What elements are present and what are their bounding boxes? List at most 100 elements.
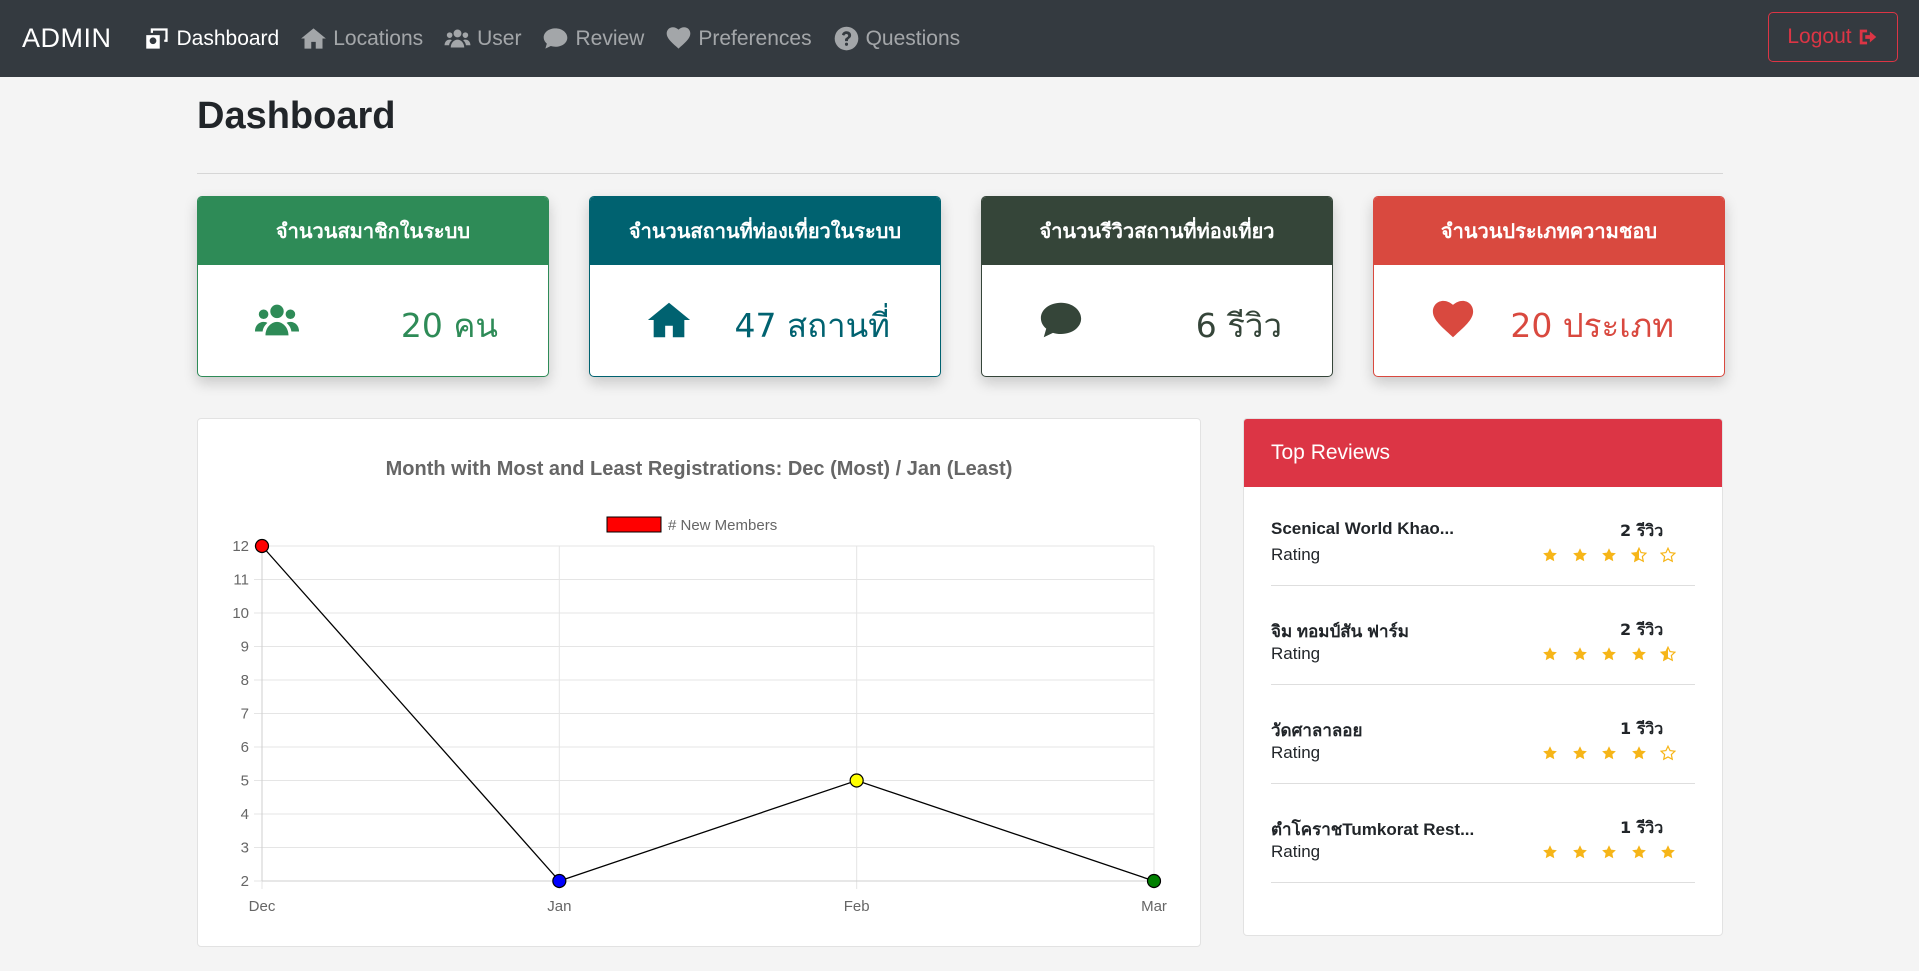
review-count: 2 รีวิว — [1620, 620, 1664, 639]
review-place-name: ตำโคราชTumkorat Rest... — [1271, 820, 1475, 839]
y-tick-label: 5 — [241, 773, 249, 790]
star-icon — [1572, 647, 1587, 661]
rating-stars — [1542, 547, 1690, 563]
nav-item-label: User — [477, 26, 522, 50]
star-icon — [1543, 548, 1557, 562]
top-reviews-card: Top Reviews Scenical World Khao... 2 รีวิ… — [1243, 418, 1723, 936]
nav-item-dashboard[interactable]: Dashboard — [144, 25, 280, 52]
data-point — [849, 773, 864, 788]
data-point — [254, 538, 270, 554]
y-tick-label: 11 — [233, 572, 249, 589]
logout-button[interactable]: Logout — [1768, 12, 1898, 62]
home-icon — [301, 28, 327, 49]
sign-out-icon — [1859, 29, 1876, 45]
star-icon — [1543, 845, 1557, 859]
star-icon — [1631, 647, 1646, 661]
stat-card-body: 20 คน — [198, 265, 548, 376]
stat-card-body: 6 รีวิว — [982, 265, 1332, 376]
x-tick-label: Mar — [1141, 898, 1167, 915]
registrations-chart-card: Month with Most and Least Registrations:… — [197, 418, 1201, 947]
star-icon — [1602, 746, 1616, 760]
star-icon — [1602, 548, 1616, 562]
star-icon — [1631, 845, 1646, 859]
nav-item-review[interactable]: Review — [542, 25, 644, 52]
review-count: 1 รีวิว — [1620, 818, 1664, 837]
star-outline-icon — [1660, 547, 1676, 563]
rating-stars — [1542, 646, 1690, 662]
y-tick-label: 12 — [232, 538, 249, 555]
stat-card-value: 20 ประเภท — [1510, 306, 1674, 345]
star-icon — [1572, 845, 1587, 859]
stat-card-title: จำนวนรีวิวสถานที่ท่องเที่ยว — [982, 197, 1332, 265]
y-tick-label: 6 — [241, 739, 249, 756]
stat-card: จำนวนประเภทความชอบ 20 ประเภท — [1373, 196, 1725, 377]
star-outline-icon — [1660, 745, 1676, 761]
stat-card-body: 47 สถานที่ — [590, 265, 940, 376]
question-circle-icon — [834, 26, 858, 51]
y-tick-label: 2 — [241, 873, 249, 890]
users-icon — [444, 29, 471, 48]
comment-icon — [1038, 297, 1084, 343]
navbar: ADMIN Dashboard Locations User Review Prefer… — [0, 0, 1919, 77]
y-tick-label: 10 — [232, 605, 249, 622]
review-item: Scenical World Khao... 2 รีวิว Rating — [1271, 487, 1695, 586]
star-icon — [1602, 845, 1616, 859]
legend-swatch — [606, 516, 662, 533]
stat-card-title: จำนวนสมาชิกในระบบ — [198, 197, 548, 265]
y-tick-label: 3 — [241, 840, 249, 857]
stat-card: จำนวนสถานที่ท่องเที่ยวในระบบ 47 สถานที่ — [589, 196, 941, 377]
star-icon — [1543, 746, 1557, 760]
y-tick-label: 7 — [241, 706, 249, 723]
legend-label: # New Members — [668, 517, 777, 534]
data-point — [1146, 873, 1162, 889]
nav-menu: Dashboard Locations User Review Preferences Q… — [144, 25, 982, 52]
stat-card-title: จำนวนประเภทความชอบ — [1374, 197, 1724, 265]
stat-card: จำนวนรีวิวสถานที่ท่องเที่ยว 6 รีวิว — [981, 196, 1333, 377]
top-reviews-header: Top Reviews — [1244, 419, 1722, 487]
rating-stars — [1542, 844, 1690, 860]
star-icon — [1602, 647, 1616, 661]
review-count: 2 รีวิว — [1620, 521, 1664, 540]
star-icon — [1661, 845, 1675, 859]
stat-card: จำนวนสมาชิกในระบบ 20 คน — [197, 196, 549, 377]
star-half-icon — [1660, 646, 1676, 662]
rating-label: Rating — [1271, 743, 1321, 762]
star-icon — [1543, 647, 1557, 661]
home-icon — [646, 297, 692, 343]
data-point — [552, 873, 567, 889]
nav-item-label: Review — [575, 26, 645, 50]
nav-item-label: Preferences — [698, 26, 812, 50]
nav-item-label: Locations — [333, 26, 424, 50]
brand-logo[interactable]: ADMIN — [22, 23, 112, 54]
y-tick-label: 8 — [241, 672, 249, 689]
nav-item-locations[interactable]: Locations — [300, 25, 423, 52]
stat-card-value: 20 คน — [400, 306, 498, 345]
x-tick-label: Jan — [547, 898, 571, 915]
title-divider — [197, 173, 1723, 174]
rating-label: Rating — [1271, 644, 1321, 663]
stat-card-value: 6 รีวิว — [1195, 306, 1282, 345]
registrations-chart: Month with Most and Least Registrations:… — [232, 458, 1167, 915]
nav-item-preferences[interactable]: Preferences — [665, 25, 812, 52]
review-count: 1 รีวิว — [1620, 719, 1664, 738]
heart-icon — [667, 27, 691, 49]
heart-icon — [1430, 297, 1476, 343]
stat-cards: จำนวนสมาชิกในระบบ 20 คน จำนวนสถานที่ท่องเท… — [197, 196, 1725, 396]
dashboard-icon — [145, 28, 168, 49]
star-icon — [1572, 548, 1587, 562]
chart-title: Month with Most and Least Registrations:… — [386, 458, 1013, 480]
rating-label: Rating — [1271, 842, 1321, 861]
nav-item-user[interactable]: User — [444, 25, 521, 52]
nav-item-label: Dashboard — [176, 26, 280, 50]
star-half-icon — [1630, 547, 1647, 563]
rating-stars — [1542, 745, 1690, 761]
x-tick-label: Dec — [249, 898, 276, 915]
main-container: Dashboard จำนวนสมาชิกในระบบ 20 คน จำนวนสถา… — [197, 77, 1725, 396]
review-item: ตำโคราชTumkorat Rest... 1 รีวิว Rating — [1271, 784, 1695, 883]
logout-label: Logout — [1787, 25, 1852, 48]
page-title: Dashboard — [197, 95, 396, 137]
review-place-name: Scenical World Khao... — [1271, 519, 1454, 538]
review-item: วัดศาลาลอย 1 รีวิว Rating — [1271, 685, 1695, 784]
star-icon — [1572, 746, 1587, 760]
nav-item-questions[interactable]: Questions — [833, 25, 960, 52]
